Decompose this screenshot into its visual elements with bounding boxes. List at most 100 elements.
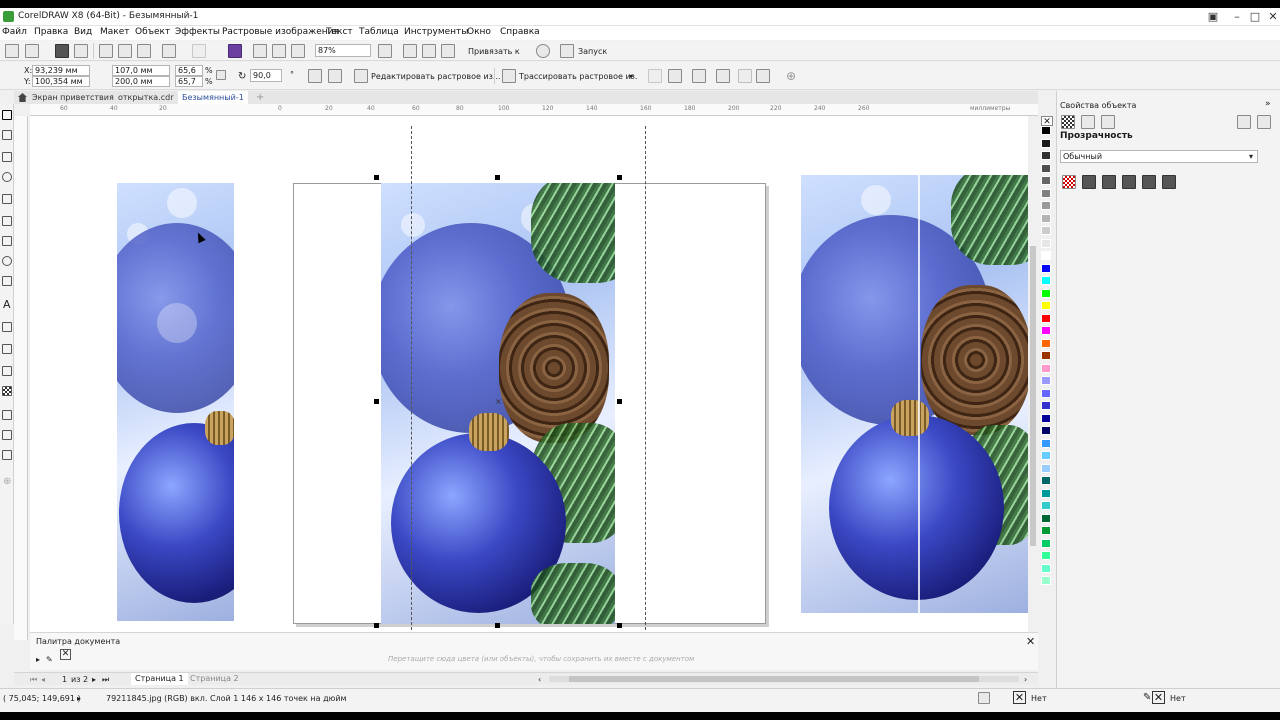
fill-indicator-icon[interactable]	[978, 692, 990, 704]
color-swatch[interactable]	[1041, 176, 1051, 185]
color-swatch[interactable]	[1041, 138, 1051, 148]
color-swatch[interactable]	[1041, 213, 1051, 223]
color-swatch[interactable]	[1041, 363, 1051, 373]
rectangle-tool-icon[interactable]	[2, 236, 12, 246]
selection-handle[interactable]	[374, 399, 379, 404]
interactive-fill-tool-icon[interactable]	[2, 430, 12, 440]
import-icon[interactable]	[253, 44, 267, 58]
add-tool-icon[interactable]: ⊕	[3, 476, 11, 487]
export-icon[interactable]	[272, 44, 286, 58]
menu-window[interactable]: Окно	[467, 27, 491, 37]
no-color-icon[interactable]: ✕	[60, 649, 71, 660]
ellipse-tool-icon[interactable]	[2, 256, 12, 266]
cut-icon[interactable]	[99, 44, 113, 58]
drop-shadow-tool-icon[interactable]	[2, 366, 12, 376]
center-x-icon[interactable]: ×	[495, 397, 502, 406]
edit-bitmap-icon[interactable]	[354, 69, 368, 83]
menu-effects[interactable]: Эффекты	[175, 27, 220, 37]
page-tab-1[interactable]: Страница 1	[131, 673, 188, 685]
palette-arrow-icon[interactable]: ▸	[36, 655, 40, 664]
menu-bitmaps[interactable]: Растровые изображения	[222, 27, 339, 37]
save-icon[interactable]	[55, 44, 69, 58]
trace-bitmap-icon[interactable]	[502, 69, 516, 83]
color-swatch[interactable]	[1041, 251, 1051, 260]
dropdown-arrow-icon[interactable]: ▾	[1249, 152, 1253, 161]
color-swatch[interactable]	[1041, 463, 1051, 473]
close-palette-icon[interactable]: ✕	[1026, 635, 1035, 648]
color-swatch[interactable]	[1041, 426, 1051, 435]
color-swatch[interactable]	[1041, 388, 1051, 398]
menu-edit[interactable]: Правка	[34, 27, 68, 37]
mirror-vertical-icon[interactable]	[328, 69, 342, 83]
open-icon[interactable]	[25, 44, 39, 58]
color-swatch[interactable]	[1041, 351, 1051, 360]
color-swatch[interactable]	[1041, 188, 1051, 198]
no-transparency-icon[interactable]	[1062, 175, 1076, 189]
outline-none-icon[interactable]: ✕	[1152, 691, 1165, 704]
right-image[interactable]	[801, 175, 1028, 613]
menu-file[interactable]: Файл	[2, 27, 27, 37]
launch-dropdown[interactable]: Запуск	[578, 47, 607, 56]
redo-icon[interactable]	[192, 44, 206, 58]
add-preset-icon[interactable]: ⊕	[786, 69, 796, 83]
color-swatch[interactable]	[1041, 338, 1051, 348]
width-field[interactable]: 107,0 мм	[112, 65, 170, 76]
crop-bitmap-icon[interactable]	[648, 69, 662, 83]
polygon-tool-icon[interactable]	[2, 276, 12, 286]
show-rulers-icon[interactable]	[422, 44, 436, 58]
search-content-icon[interactable]	[228, 44, 242, 58]
undo-icon[interactable]	[162, 44, 176, 58]
menu-layout[interactable]: Макет	[100, 27, 130, 37]
fill-properties-icon[interactable]	[1061, 115, 1075, 129]
home-icon[interactable]	[18, 93, 27, 102]
fountain-transparency-icon[interactable]	[1102, 175, 1116, 189]
wrap-text-icon[interactable]	[716, 69, 730, 83]
vertical-scrollbar[interactable]	[1028, 116, 1038, 640]
left-image-strip[interactable]	[117, 183, 234, 621]
mirror-horizontal-icon[interactable]	[308, 69, 322, 83]
color-swatch[interactable]	[1041, 488, 1051, 498]
panel-option-icon[interactable]	[1237, 115, 1251, 129]
zoom-level-select[interactable]: 87%	[315, 44, 371, 57]
menu-text[interactable]: Текст	[326, 27, 353, 37]
close-button[interactable]: ✕	[1262, 10, 1280, 24]
lock-ratio-icon[interactable]	[216, 70, 226, 80]
selection-handle[interactable]	[495, 623, 500, 628]
tab-untitled[interactable]: Безымянный-1	[178, 91, 248, 104]
rotation-angle-field[interactable]: 90,0	[250, 69, 282, 82]
crop-tool-icon[interactable]	[2, 152, 12, 162]
new-tab-icon[interactable]: +	[256, 92, 264, 103]
vertical-guide-2[interactable]	[645, 126, 646, 640]
transparency-mode-select[interactable]: Обычный	[1060, 150, 1258, 163]
tab-welcome[interactable]: Экран приветствия	[28, 91, 118, 104]
color-swatch[interactable]	[1041, 263, 1051, 273]
page-tab-2[interactable]: Страница 2	[186, 673, 243, 685]
selection-handle[interactable]	[495, 175, 500, 180]
eyedropper-tool-icon[interactable]	[2, 410, 12, 420]
color-swatch[interactable]	[1041, 413, 1051, 423]
color-swatch[interactable]	[1041, 151, 1051, 160]
color-swatch[interactable]	[1041, 513, 1051, 523]
new-document-icon[interactable]	[5, 44, 19, 58]
color-swatch[interactable]	[1041, 201, 1051, 210]
color-swatch[interactable]	[1041, 301, 1051, 310]
transparency-tool-icon[interactable]	[2, 386, 12, 396]
color-palette[interactable]	[1041, 126, 1053, 666]
x-position-field[interactable]: 93,239 мм	[32, 65, 90, 76]
edit-bitmap-button[interactable]: Редактировать растровое из...	[371, 72, 501, 81]
launch-icon[interactable]	[560, 44, 574, 58]
shape-tool-icon[interactable]	[2, 130, 12, 140]
vertical-guide-1[interactable]	[411, 126, 412, 640]
menu-help[interactable]: Справка	[500, 27, 540, 37]
resample-icon[interactable]	[668, 69, 682, 83]
trace-bitmap-button[interactable]: Трассировать растровое из.	[519, 72, 637, 81]
publish-pdf-icon[interactable]	[291, 44, 305, 58]
snap-to-dropdown[interactable]: Привязать к	[468, 47, 520, 56]
drawing-canvas[interactable]: ×	[30, 116, 1038, 640]
scale-x-field[interactable]: 65,6	[175, 65, 203, 76]
pick-tool-icon[interactable]	[2, 110, 12, 120]
show-grid-icon[interactable]	[441, 44, 455, 58]
parallel-dimension-tool-icon[interactable]	[2, 322, 12, 332]
color-swatch[interactable]	[1041, 576, 1051, 585]
link-icon[interactable]	[738, 69, 752, 83]
